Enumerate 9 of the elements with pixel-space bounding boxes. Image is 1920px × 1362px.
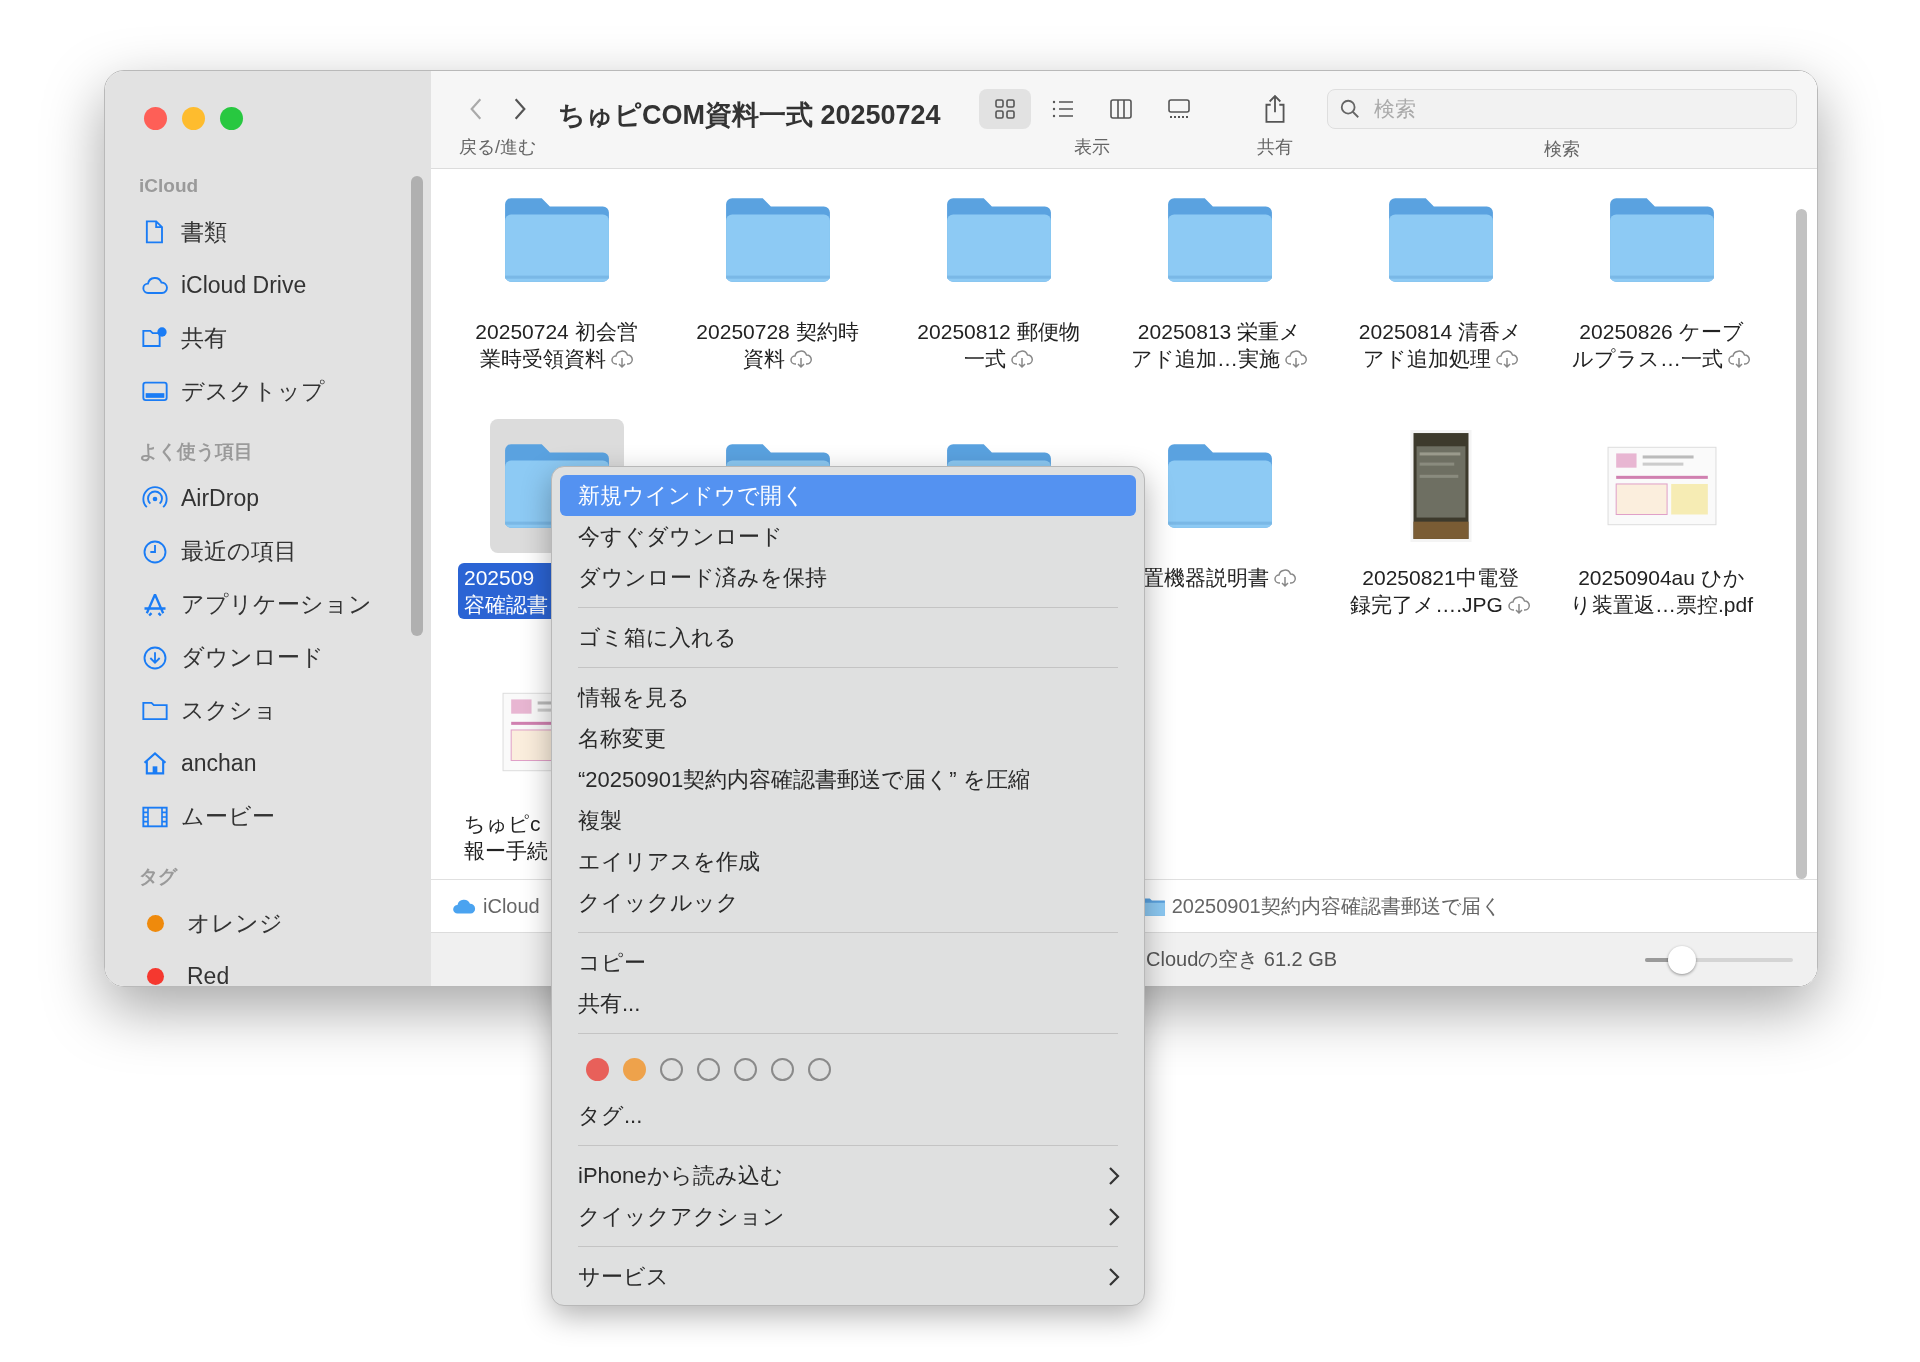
toolbar-label: 戻る/進む (459, 136, 536, 159)
window-title: ちゅピCOM資料一式 20250724 (558, 99, 941, 132)
sidebar-heading: iCloud (139, 174, 200, 198)
sidebar-heading: よく使う項目 (139, 440, 254, 464)
status-text: Cloudの空き 61.2 GB (1146, 947, 1338, 972)
sidebar-heading: タグ (139, 865, 179, 889)
toolbar-label: 共有 (1256, 136, 1293, 159)
toolbar-label: 表示 (1073, 136, 1110, 159)
toolbar-label: 検索 (1543, 138, 1580, 161)
